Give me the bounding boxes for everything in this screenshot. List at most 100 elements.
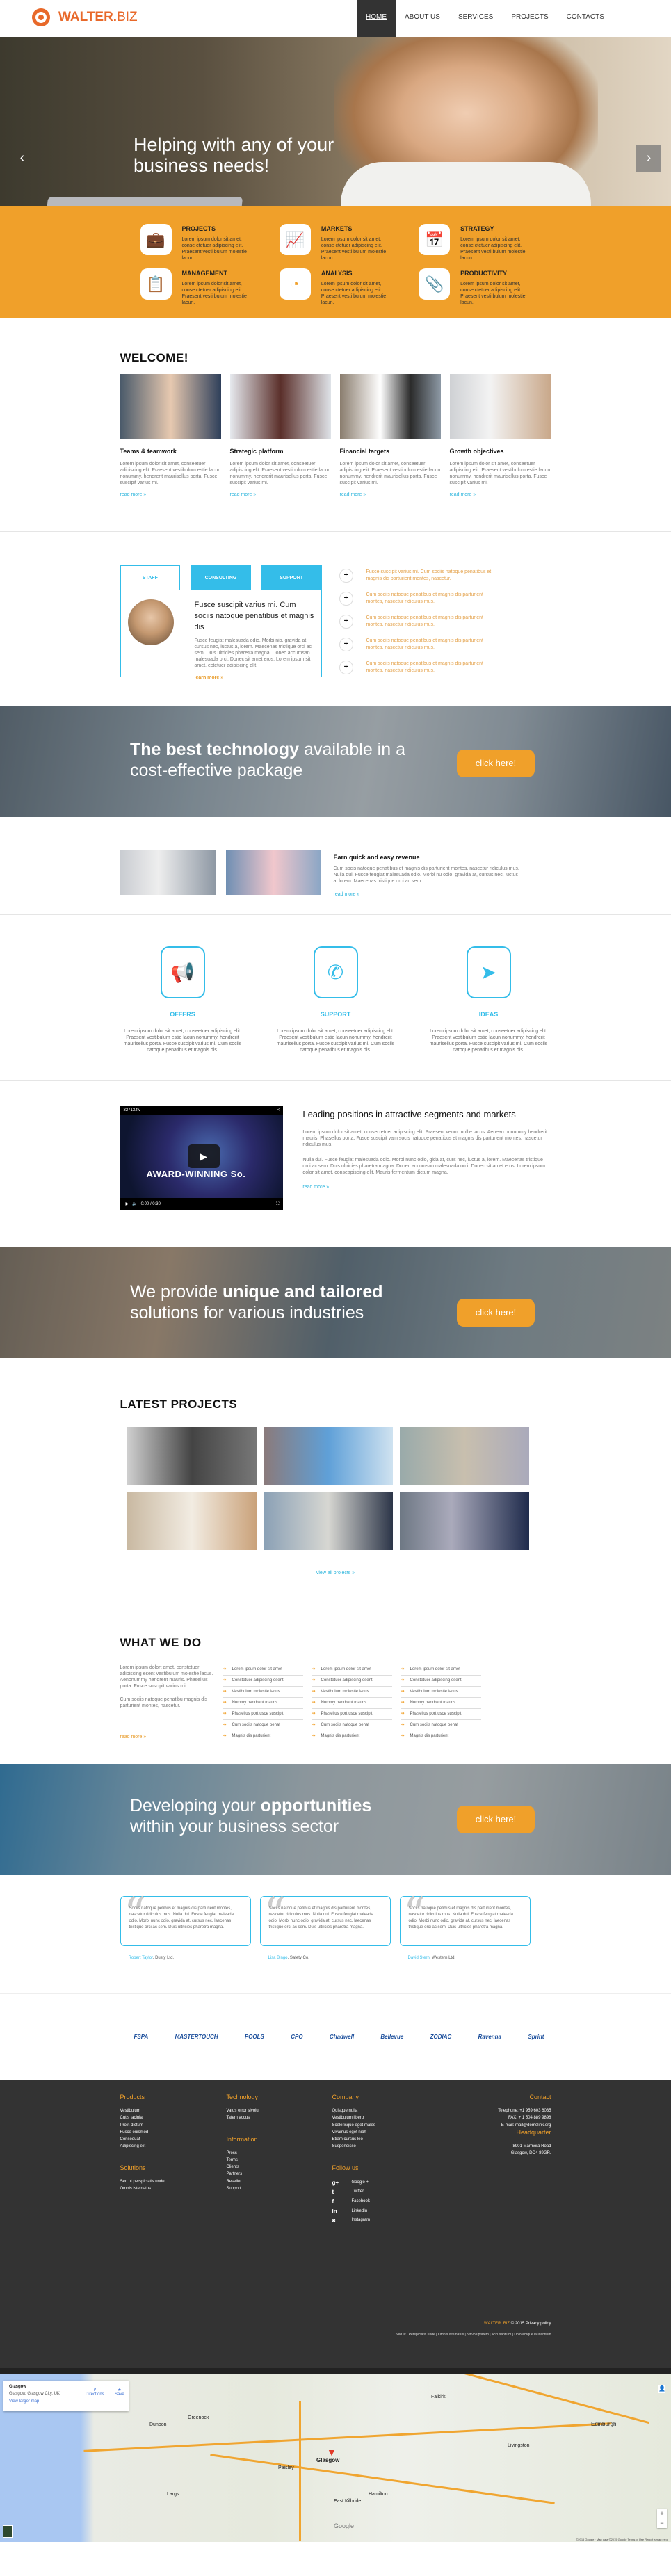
partner-logo[interactable]: CPO <box>291 2034 302 2040</box>
footer-link[interactable]: Support <box>227 2185 332 2192</box>
partner-logo[interactable]: Chadwell <box>330 2034 354 2040</box>
what-we-do-item[interactable]: ➔ Constetuer adipiscing esent <box>401 1676 481 1687</box>
what-we-do-item[interactable]: ➔ Lorem ipsum dolor sit amet <box>401 1664 481 1676</box>
footer-link[interactable]: Vestibulum libero <box>332 2114 439 2121</box>
what-we-do-item[interactable]: ➔ Nummy hendrent mauris <box>312 1698 392 1709</box>
project-thumbnail[interactable] <box>127 1427 257 1485</box>
partner-logo[interactable]: MASTERTOUCH <box>175 2034 218 2040</box>
megaphone-icon[interactable]: 📢 <box>160 946 205 998</box>
footer-link[interactable]: Press <box>227 2150 332 2157</box>
project-thumbnail[interactable] <box>399 1427 529 1485</box>
what-we-do-item[interactable]: ➔ Cum sociis natoque penat <box>401 1720 481 1731</box>
nav-services[interactable]: SERVICES <box>449 0 502 37</box>
tab-support[interactable]: SUPPORT <box>261 565 322 590</box>
nav-home[interactable]: HOME <box>357 0 396 37</box>
plus-icon[interactable]: + <box>339 638 353 651</box>
footer-link[interactable]: Clients <box>227 2164 332 2171</box>
service-title[interactable]: SUPPORT <box>273 1011 398 1018</box>
what-we-do-item[interactable]: ➔ Nummy hendrent mauris <box>223 1698 303 1709</box>
social-link[interactable]: g+ Google + <box>332 2178 439 2188</box>
save-button[interactable]: ★ Save <box>115 2388 124 2397</box>
what-we-do-item[interactable]: ➔ Constetuer adipiscing esent <box>312 1676 392 1687</box>
zoom-out-button[interactable]: − <box>657 2518 667 2528</box>
footer-link[interactable]: Quisque nulla <box>332 2107 439 2114</box>
directions-button[interactable]: ↱ Directions <box>86 2388 104 2397</box>
tab-consulting[interactable]: CONSULTING <box>191 565 251 590</box>
footer-link[interactable]: Terms <box>227 2157 332 2164</box>
footer-link[interactable]: Reseller <box>227 2178 332 2185</box>
view-all-projects-link[interactable]: view all projects » <box>120 1571 551 1575</box>
project-thumbnail[interactable] <box>399 1492 529 1550</box>
nav-projects[interactable]: PROJECTS <box>502 0 557 37</box>
click-here-button[interactable]: click here! <box>457 1299 535 1327</box>
footer-link[interactable]: Partners <box>227 2171 332 2178</box>
accordion-item[interactable]: + Fusce suscipit varius mi. Cum sociis na… <box>339 569 499 592</box>
service-title[interactable]: OFFERS <box>120 1011 245 1018</box>
social-link[interactable]: t Twitter <box>332 2187 439 2197</box>
google-map[interactable]: Glasgow Edinburgh Paisley East Kilbride … <box>0 2368 671 2542</box>
read-more-link[interactable]: read more » <box>120 1735 214 1740</box>
plus-icon[interactable]: + <box>339 615 353 629</box>
footer-link[interactable]: Adipiscing elit <box>120 2143 227 2150</box>
service-title[interactable]: IDEAS <box>426 1011 551 1018</box>
footer-link[interactable]: Omnis iste natus <box>120 2185 227 2192</box>
view-larger-map-link[interactable]: View larger map <box>9 2399 123 2404</box>
footer-link[interactable]: Scelerisque eget males <box>332 2122 439 2129</box>
footer-link[interactable]: Vivamus eget nibh <box>332 2129 439 2136</box>
zoom-in-button[interactable]: + <box>657 2509 667 2518</box>
partner-logo[interactable]: ZODIAC <box>430 2034 452 2040</box>
contact-line[interactable]: E-mail: mail@demolink.org <box>498 2122 551 2129</box>
footer-bottom-link[interactable]: Doloremque laudantium <box>514 2333 551 2337</box>
author-name[interactable]: Lisa Bingo <box>268 1956 288 1960</box>
partner-logo[interactable]: Bellevue <box>380 2034 403 2040</box>
partner-logo[interactable]: Sprint <box>528 2034 544 2040</box>
video-player[interactable]: 32713.flv < AWARD-WINNING So. ▶ ▶ 🔈 0:00 … <box>120 1106 284 1210</box>
play-icon[interactable]: ▶ <box>187 1144 220 1168</box>
partner-logo[interactable]: Ravenna <box>478 2034 501 2040</box>
social-link[interactable]: ◙ Instagram <box>332 2216 439 2226</box>
what-we-do-item[interactable]: ➔ Magnis dis parturient <box>401 1731 481 1742</box>
what-we-do-item[interactable]: ➔ Magnis dis parturient <box>223 1731 303 1742</box>
footer-bottom-link[interactable]: Sit voluptatem <box>467 2333 489 2337</box>
footer-bottom-link[interactable]: Sed ut <box>396 2333 405 2337</box>
read-more-link[interactable]: read more » <box>334 892 522 897</box>
footer-link[interactable]: Proin dictum <box>120 2122 227 2129</box>
what-we-do-item[interactable]: ➔ Cum sociis natoque penat <box>312 1720 392 1731</box>
author-name[interactable]: David Stern <box>408 1956 430 1960</box>
map-pin-icon[interactable]: ▼ <box>327 2447 337 2458</box>
footer-link[interactable]: Cutis lacinia <box>120 2114 227 2121</box>
footer-link[interactable]: Vestibulum <box>120 2107 227 2114</box>
accordion-item[interactable]: + Cum sociis natoque penatibus et magnis … <box>339 661 499 683</box>
logo[interactable]: WALTER.BIZ <box>32 8 138 26</box>
tab-staff[interactable]: STAFF <box>120 565 181 590</box>
what-we-do-item[interactable]: ➔ Lorem ipsum dolor sit amet <box>223 1664 303 1676</box>
slider-next-button[interactable]: › <box>636 145 661 172</box>
social-link[interactable]: in LinkedIn <box>332 2207 439 2217</box>
what-we-do-item[interactable]: ➔ Magnis dis parturient <box>312 1731 392 1742</box>
footer-link[interactable]: Sed ut perspiciatis unde <box>120 2178 227 2185</box>
footer-bottom-link[interactable]: Accusantium <box>492 2333 512 2337</box>
learn-more-link[interactable]: learn more » <box>195 675 314 680</box>
project-thumbnail[interactable] <box>263 1427 393 1485</box>
project-thumbnail[interactable] <box>263 1492 393 1550</box>
click-here-button[interactable]: click here! <box>457 1806 535 1833</box>
what-we-do-item[interactable]: ➔ Phasellus port usce suscipit <box>401 1709 481 1720</box>
footer-link[interactable]: Tatem accus <box>227 2114 332 2121</box>
pegman-icon[interactable]: 👤 <box>658 2385 665 2393</box>
nav-contacts[interactable]: CONTACTS <box>558 0 613 37</box>
what-we-do-item[interactable]: ➔ Vestibulum molestie lacus <box>223 1687 303 1698</box>
partner-logo[interactable]: FSPA <box>134 2034 149 2040</box>
footer-link[interactable]: Fusce euismod <box>120 2129 227 2136</box>
what-we-do-item[interactable]: ➔ Nummy hendrent mauris <box>401 1698 481 1709</box>
footer-link[interactable]: Etiam cursus leo <box>332 2136 439 2143</box>
what-we-do-item[interactable]: ➔ Constetuer adipiscing esent <box>223 1676 303 1687</box>
project-thumbnail[interactable] <box>127 1492 257 1550</box>
what-we-do-item[interactable]: ➔ Vestibulum molestie lacus <box>312 1687 392 1698</box>
partner-logo[interactable]: POOLS <box>245 2034 264 2040</box>
video-controls[interactable]: ▶ 🔈 0:00 / 0:30 ⛶ <box>120 1198 284 1210</box>
read-more-link[interactable]: read more » <box>302 1185 551 1190</box>
social-link[interactable]: f Facebook <box>332 2197 439 2207</box>
map-zoom-controls[interactable]: + − <box>657 2509 667 2528</box>
paper-plane-icon[interactable]: ➤ <box>466 946 511 998</box>
nav-about-us[interactable]: ABOUT US <box>396 0 449 37</box>
